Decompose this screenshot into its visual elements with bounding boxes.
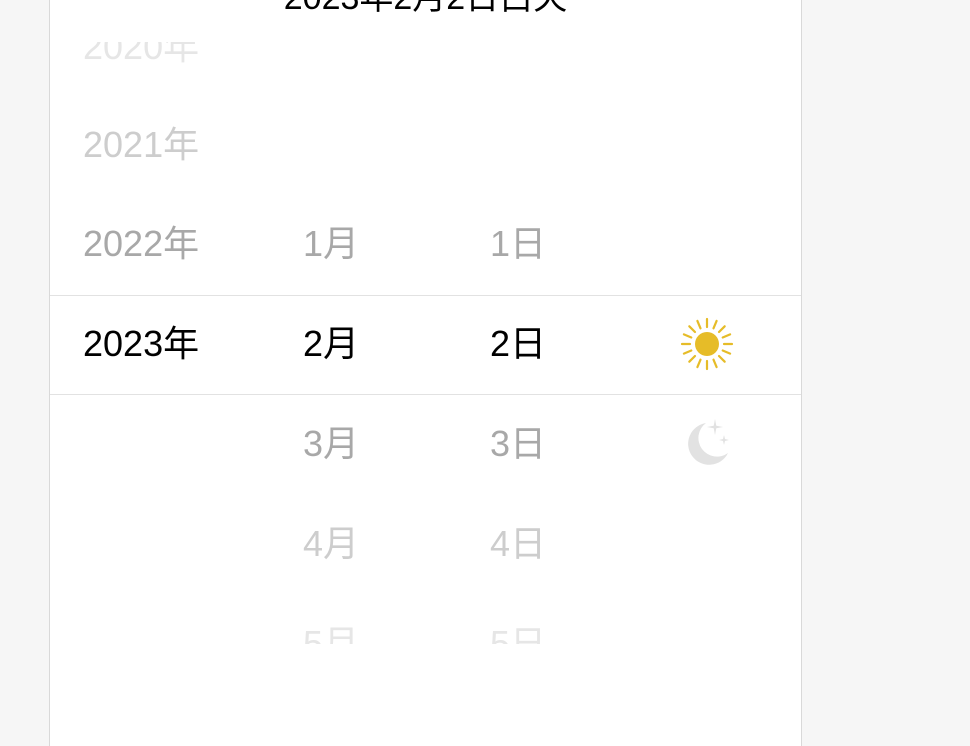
picker-title: 2023年2月2日白天 [50, 0, 801, 18]
month-option[interactable]: 1月 [303, 194, 359, 294]
month-option[interactable]: 3月 [303, 394, 359, 494]
period-option[interactable] [680, 394, 736, 494]
month-column[interactable]: 1月 2月 3月 4月 5月 [303, 42, 423, 644]
moon-icon [688, 419, 729, 465]
year-option[interactable]: 2022年 [83, 194, 199, 294]
picker-wheels[interactable]: 2020年 2021年 2022年 2023年 1月 2月 3月 4月 5月 1… [50, 42, 801, 644]
year-option[interactable]: 2021年 [83, 95, 199, 195]
day-option[interactable]: 5日 [490, 594, 546, 644]
day-option-selected[interactable]: 2日 [490, 294, 546, 394]
period-option-selected[interactable] [680, 294, 736, 394]
period-column[interactable] [680, 42, 740, 644]
year-option[interactable]: 2020年 [83, 42, 199, 97]
date-picker-panel: 2023年2月2日白天 2020年 2021年 2022年 2023年 1月 2… [49, 0, 802, 746]
day-option[interactable]: 1日 [490, 194, 546, 294]
month-option[interactable]: 5月 [303, 594, 359, 644]
month-option[interactable]: 4月 [303, 494, 359, 594]
day-option[interactable]: 3日 [490, 394, 546, 494]
month-option-selected[interactable]: 2月 [303, 294, 359, 394]
day-column[interactable]: 1日 2日 3日 4日 5日 [490, 42, 610, 644]
day-option[interactable]: 4日 [490, 494, 546, 594]
year-option-selected[interactable]: 2023年 [83, 294, 199, 394]
year-column[interactable]: 2020年 2021年 2022年 2023年 [83, 42, 243, 644]
sun-icon [680, 317, 734, 371]
